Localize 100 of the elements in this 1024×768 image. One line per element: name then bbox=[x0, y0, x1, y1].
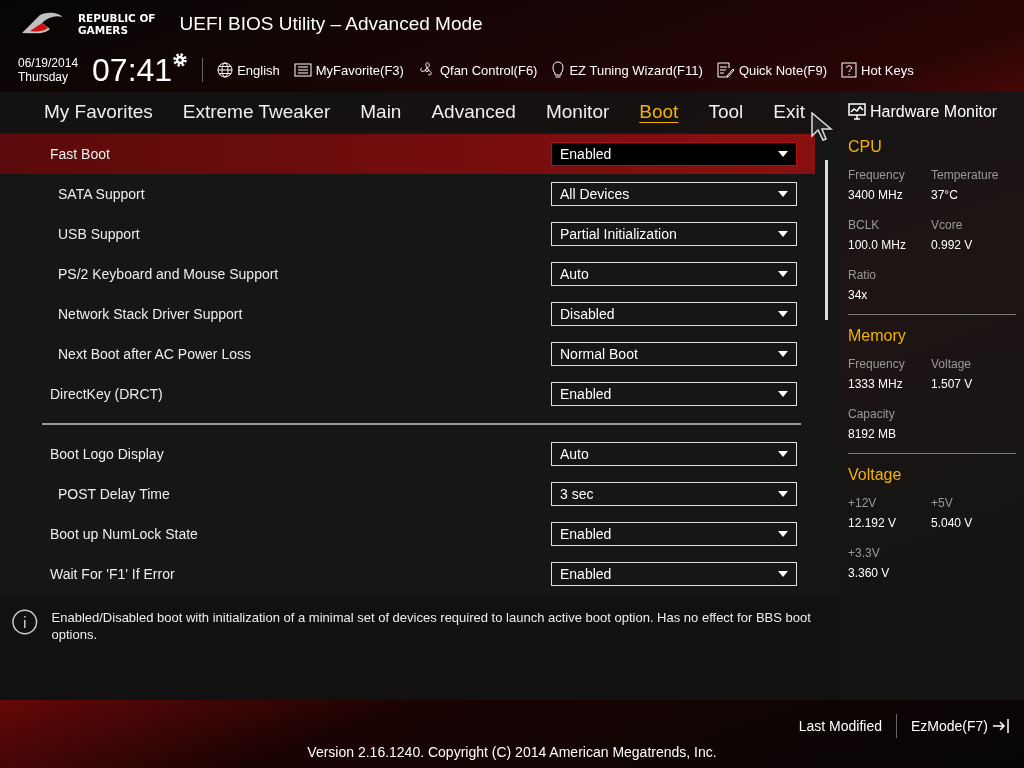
help-text: Enabled/Disabled boot with initialization of a minimal set of devices required to launch active boot option. Has no effect for BBS boot options. bbox=[51, 609, 812, 643]
ez-mode-button[interactable]: EzMode(F7) bbox=[910, 718, 1010, 734]
setting-label: Wait For 'F1' If Error bbox=[50, 566, 175, 582]
day-text: Thursday bbox=[18, 70, 70, 84]
caret-icon bbox=[778, 491, 788, 497]
scrollbar[interactable] bbox=[825, 160, 828, 320]
last-modified-button[interactable]: Last Modified bbox=[798, 718, 882, 734]
tab[interactable]: Tool bbox=[708, 101, 744, 123]
dropdown[interactable]: Auto bbox=[551, 442, 797, 466]
setting-row[interactable]: SATA Support All Devices bbox=[0, 174, 815, 214]
dropdown[interactable]: Enabled bbox=[551, 562, 797, 586]
setting-label: DirectKey (DRCT) bbox=[50, 386, 163, 402]
logo-text: REPUBLIC OF GAMERS bbox=[78, 12, 156, 36]
setting-label: POST Delay Time bbox=[58, 486, 170, 502]
reading-value: 0.992 V bbox=[931, 238, 974, 252]
help-icon bbox=[841, 62, 857, 78]
reading-label: Ratio bbox=[848, 268, 877, 282]
setting-label: USB Support bbox=[58, 226, 140, 242]
reading-value: 12.192 V bbox=[848, 516, 898, 530]
setting-row[interactable]: Wait For 'F1' If Error Enabled bbox=[0, 554, 815, 594]
reading-label: Voltage bbox=[931, 357, 973, 371]
section-title: Memory bbox=[848, 327, 907, 345]
setting-row[interactable]: DirectKey (DRCT) Enabled bbox=[0, 374, 815, 414]
date-text: 06/19/2014 bbox=[18, 56, 79, 70]
globe-icon bbox=[217, 62, 234, 78]
reading-label: Vcore bbox=[931, 218, 964, 232]
setting-row[interactable]: Boot Logo Display Auto bbox=[0, 434, 815, 474]
dropdown[interactable]: Auto bbox=[551, 262, 797, 286]
caret-icon bbox=[778, 351, 788, 357]
toolbar-button[interactable]: Hot Keys bbox=[841, 62, 914, 78]
reading-label: +3.3V bbox=[848, 546, 881, 560]
monitor-icon bbox=[848, 103, 866, 121]
toolbar-button[interactable]: MyFavorite(F3) bbox=[293, 62, 404, 78]
reading-value: 1333 MHz bbox=[848, 377, 904, 391]
setting-label: Boot up NumLock State bbox=[50, 526, 198, 542]
tab[interactable]: Main bbox=[360, 101, 402, 123]
exit-arrow-icon bbox=[992, 718, 1010, 734]
dropdown[interactable]: Enabled bbox=[551, 522, 797, 546]
toolbar-button[interactable]: Quick Note(F9) bbox=[716, 62, 827, 78]
list-icon bbox=[293, 63, 312, 77]
toolbar-button[interactable]: EZ Tuning Wizard(F11) bbox=[551, 61, 703, 79]
caret-icon bbox=[778, 151, 788, 157]
reading-value: 1.507 V bbox=[931, 377, 974, 391]
tab[interactable]: Monitor bbox=[545, 101, 610, 123]
dropdown[interactable]: Disabled bbox=[551, 302, 797, 326]
reading-value: 3400 MHz bbox=[848, 188, 904, 202]
reading-label: Frequency bbox=[848, 357, 906, 371]
setting-row[interactable]: POST Delay Time 3 sec bbox=[0, 474, 815, 514]
tab[interactable]: Boot bbox=[639, 101, 679, 123]
caret-icon bbox=[778, 271, 788, 277]
dropdown[interactable]: 3 sec bbox=[551, 482, 797, 506]
tab[interactable]: My Favorites bbox=[44, 101, 153, 123]
window-title: UEFI BIOS Utility – Advanced Mode bbox=[179, 13, 483, 35]
info-icon bbox=[12, 609, 38, 635]
setting-label: Boot Logo Display bbox=[50, 446, 164, 462]
setting-label: SATA Support bbox=[58, 186, 145, 202]
caret-icon bbox=[778, 191, 788, 197]
setting-label: Network Stack Driver Support bbox=[58, 306, 243, 322]
settings-icon[interactable] bbox=[172, 51, 189, 68]
caret-icon bbox=[778, 231, 788, 237]
reading-value: 5.040 V bbox=[931, 516, 974, 530]
reading-label: BCLK bbox=[848, 218, 881, 232]
toolbar-button[interactable]: Qfan Control(F6) bbox=[417, 61, 538, 79]
setting-row[interactable]: Fast Boot Enabled bbox=[0, 134, 815, 174]
dropdown[interactable]: Partial Initialization bbox=[551, 222, 797, 246]
setting-row[interactable]: Next Boot after AC Power Loss Normal Boot bbox=[0, 334, 815, 374]
setting-label: Fast Boot bbox=[50, 146, 110, 162]
reading-value: 8192 MB bbox=[848, 427, 898, 441]
reading-value: 3.360 V bbox=[848, 566, 891, 580]
section-title: CPU bbox=[848, 138, 883, 156]
dropdown[interactable]: Normal Boot bbox=[551, 342, 797, 366]
reading-value: 34x bbox=[848, 288, 869, 302]
reading-label: Capacity bbox=[848, 407, 896, 421]
dropdown[interactable]: All Devices bbox=[551, 182, 797, 206]
dropdown[interactable]: Enabled bbox=[551, 382, 797, 406]
reading-label: Frequency bbox=[848, 168, 906, 182]
lightbulb-icon bbox=[551, 61, 566, 79]
panel-title: Hardware Monitor bbox=[870, 103, 998, 121]
setting-row[interactable]: Boot up NumLock State Enabled bbox=[0, 514, 815, 554]
clock-time: 07:41 bbox=[92, 51, 173, 89]
reading-label: +5V bbox=[931, 496, 954, 510]
caret-icon bbox=[778, 531, 788, 537]
setting-row[interactable]: USB Support Partial Initialization bbox=[0, 214, 815, 254]
tab[interactable]: Advanced bbox=[431, 101, 516, 123]
caret-icon bbox=[778, 571, 788, 577]
setting-label: PS/2 Keyboard and Mouse Support bbox=[58, 266, 279, 282]
note-pencil-icon bbox=[716, 62, 735, 78]
setting-row[interactable]: PS/2 Keyboard and Mouse Support Auto bbox=[0, 254, 815, 294]
tab[interactable]: Exit bbox=[773, 101, 805, 123]
reading-value: 37°C bbox=[931, 188, 959, 202]
toolbar-button[interactable]: English bbox=[217, 62, 280, 78]
dropdown[interactable]: Enabled bbox=[551, 142, 797, 166]
setting-label: Next Boot after AC Power Loss bbox=[58, 346, 251, 362]
section-title: Voltage bbox=[848, 466, 903, 484]
caret-icon bbox=[778, 451, 788, 457]
reading-label: +12V bbox=[848, 496, 878, 510]
setting-row[interactable]: Network Stack Driver Support Disabled bbox=[0, 294, 815, 334]
reading-value: 100.0 MHz bbox=[848, 238, 908, 252]
version-text: Version 2.16.1240. Copyright (C) 2014 American Megatrends, Inc. bbox=[307, 744, 717, 760]
tab[interactable]: Extreme Tweaker bbox=[182, 101, 331, 123]
